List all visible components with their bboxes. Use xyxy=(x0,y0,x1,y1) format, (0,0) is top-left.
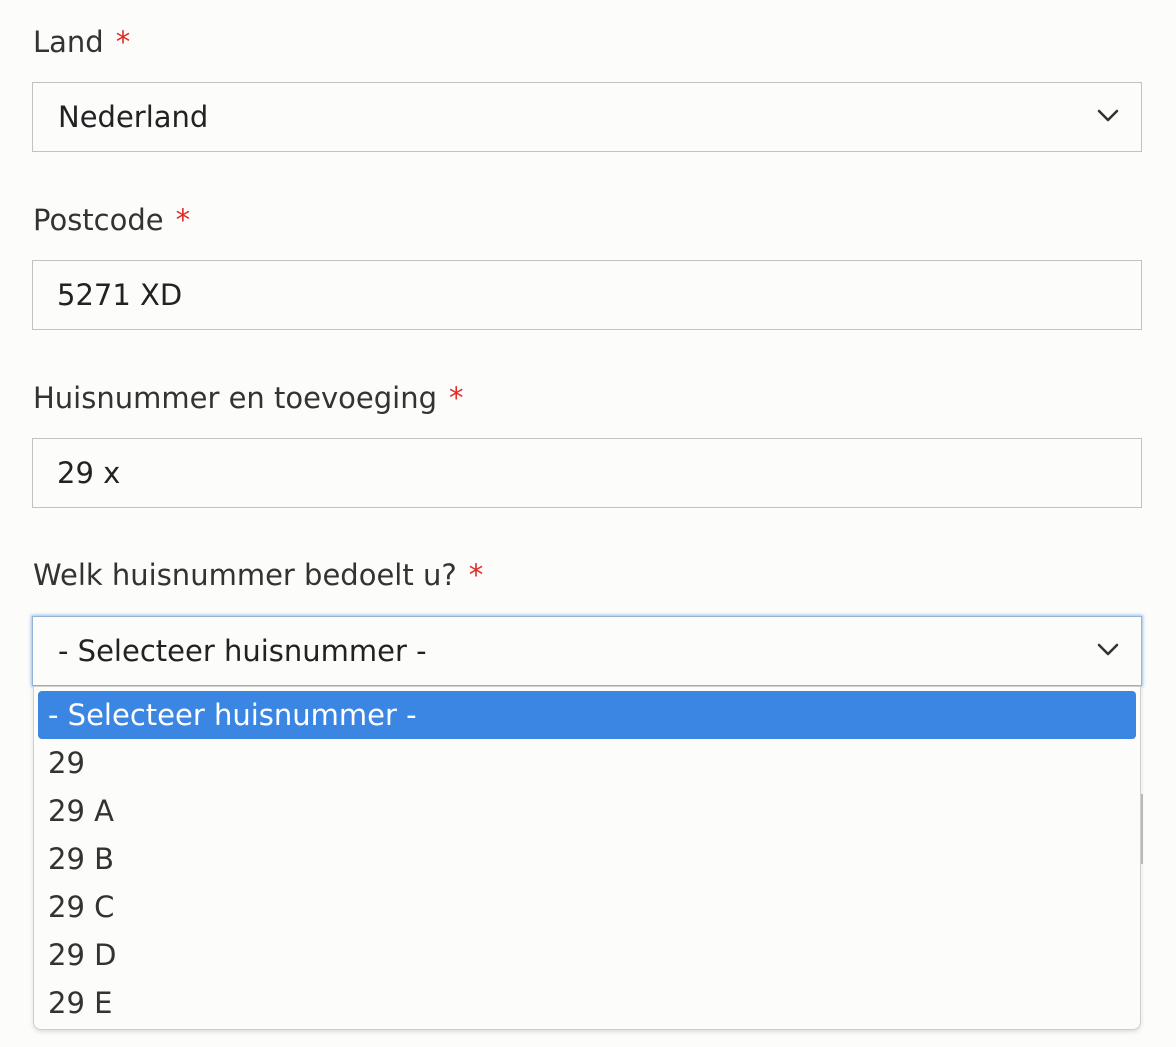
postcode-input-value: 5271 XD xyxy=(57,278,183,312)
dropdown-option[interactable]: 29 B xyxy=(38,835,1136,883)
house-number-label: Huisnummer en toevoeging * xyxy=(33,380,464,416)
country-select-value: Nederland xyxy=(58,100,209,134)
house-number-choice-label-text: Welk huisnummer bedoelt u? xyxy=(33,558,457,592)
dropdown-option[interactable]: 29 C xyxy=(38,883,1136,931)
required-asterisk: * xyxy=(449,381,464,415)
dropdown-option[interactable]: 29 A xyxy=(38,787,1136,835)
dropdown-option[interactable]: 29 E xyxy=(38,979,1136,1027)
house-number-input[interactable]: 29 x xyxy=(32,438,1142,508)
hidden-field-edge xyxy=(1141,794,1143,864)
house-number-choice-label: Welk huisnummer bedoelt u? * xyxy=(33,557,483,593)
postcode-label-text: Postcode xyxy=(33,203,164,237)
postcode-input[interactable]: 5271 XD xyxy=(32,260,1142,330)
address-form: Land * Nederland Postcode * 5271 XD Huisnu… xyxy=(0,0,1176,1047)
chevron-down-icon xyxy=(1097,109,1119,122)
dropdown-option[interactable]: - Selecteer huisnummer - xyxy=(38,691,1136,739)
postcode-label: Postcode * xyxy=(33,202,190,238)
chevron-down-icon xyxy=(1097,643,1119,656)
required-asterisk: * xyxy=(468,558,484,592)
required-asterisk: * xyxy=(115,25,131,59)
country-select[interactable]: Nederland xyxy=(32,82,1142,152)
house-number-label-text: Huisnummer en toevoeging xyxy=(33,381,437,415)
country-label: Land * xyxy=(33,24,130,60)
dropdown-option[interactable]: 29 D xyxy=(38,931,1136,979)
house-number-input-value: 29 x xyxy=(57,456,121,490)
house-number-choice-select-value: - Selecteer huisnummer - xyxy=(58,634,427,668)
dropdown-option[interactable]: 29 xyxy=(38,739,1136,787)
house-number-dropdown-list: - Selecteer huisnummer - 29 29 A 29 B 29… xyxy=(33,686,1141,1030)
required-asterisk: * xyxy=(175,203,191,237)
house-number-choice-select[interactable]: - Selecteer huisnummer - xyxy=(32,616,1142,686)
country-label-text: Land xyxy=(33,25,104,59)
